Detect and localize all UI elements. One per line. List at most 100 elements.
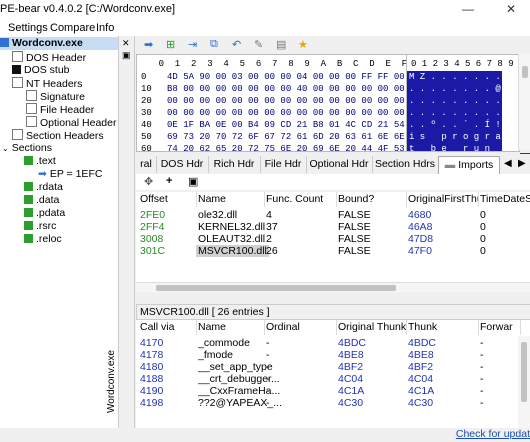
menu-info[interactable]: Info bbox=[96, 22, 114, 34]
tab-section-hdrs[interactable]: Section Hdrs bbox=[372, 156, 439, 173]
imports-table: Offset Name Func. Count Bound? OriginalF… bbox=[136, 192, 530, 292]
arrow-right-icon: ➡ bbox=[38, 168, 47, 180]
scroll-thumb[interactable] bbox=[522, 66, 528, 78]
ascii-view[interactable]: 0 1 2 3 4 5 6 7 8 9 A B C D M Z . . . . … bbox=[406, 54, 520, 152]
side-toolbar: ✕ ▣ Wordconv.exe bbox=[106, 36, 135, 428]
tab-dos-hdr[interactable]: DOS Hdr bbox=[156, 156, 209, 173]
hex-toolbar: ➡ ⊞ ⇥ ⧉ ↶ ✎ ▤ ★ bbox=[136, 36, 530, 54]
pe-tree: Wordconv.exe DOS Header DOS stub NT Head… bbox=[0, 36, 119, 428]
tab-general[interactable]: ral bbox=[136, 156, 157, 173]
save-icon[interactable]: ▤ bbox=[276, 38, 286, 51]
red-marker bbox=[520, 153, 530, 154]
add-import-icon[interactable]: + bbox=[166, 175, 172, 187]
col-name[interactable]: Name bbox=[196, 192, 265, 207]
go-forward-icon[interactable]: ➡ bbox=[144, 38, 153, 51]
ascii-row: M Z . . . . . . . . . . ÿ ÿ bbox=[409, 72, 519, 82]
tab-imports[interactable]: ▬ Imports bbox=[438, 156, 500, 174]
col-thunk[interactable]: Thunk bbox=[406, 320, 479, 335]
edit-icon[interactable]: ✎ bbox=[254, 38, 263, 51]
tab-optional-hdr[interactable]: Optional Hdr bbox=[306, 156, 373, 173]
section-icon bbox=[24, 234, 33, 243]
section-icon bbox=[24, 182, 33, 191]
col-call-via[interactable]: Call via bbox=[136, 320, 197, 335]
collapse-arrow-icon[interactable]: ⌄ bbox=[2, 144, 9, 153]
ascii-row: t b e r u n i n D bbox=[409, 144, 519, 152]
page-icon bbox=[26, 90, 37, 101]
page-icon bbox=[26, 103, 37, 114]
tab-scroll-left-icon[interactable]: ◀ bbox=[504, 158, 512, 169]
col-forwarder[interactable]: Forwar bbox=[478, 320, 521, 335]
ascii-row: . . . . . . . . . . . . . . bbox=[409, 108, 519, 118]
col-original-first-thunk[interactable]: OriginalFirstThun bbox=[406, 192, 479, 207]
col-bound[interactable]: Bound? bbox=[336, 192, 407, 207]
functions-table: Call via Name Ordinal Original Thunk Thu… bbox=[136, 320, 530, 428]
page-icon bbox=[12, 129, 23, 140]
pin-icon[interactable]: ▣ bbox=[122, 50, 131, 61]
title-bar: PE-bear v0.4.0.2 [C:/Wordconv.exe] — ✕ bbox=[0, 0, 530, 20]
tree-item-section-headers[interactable]: Section Headers bbox=[12, 129, 104, 142]
imports-toolbar: ✥ + ▣ bbox=[136, 174, 530, 190]
col-timedate[interactable]: TimeDateS bbox=[478, 192, 530, 207]
tree-item-text[interactable]: .text bbox=[24, 155, 56, 168]
tree-root[interactable]: Wordconv.exe bbox=[0, 37, 118, 50]
hex-row: 40 0E 1F BA 0E 00 B4 09 CD 21 B8 01 4C CD… bbox=[141, 120, 408, 130]
star-icon[interactable]: ★ bbox=[298, 38, 308, 51]
tab-scroll-right-icon[interactable]: ▶ bbox=[518, 158, 526, 169]
tree-item-rdata[interactable]: .rdata bbox=[24, 181, 63, 194]
status-bar: Check for updat bbox=[0, 428, 530, 442]
file-icon bbox=[0, 38, 9, 47]
tree-item-reloc[interactable]: .reloc bbox=[24, 233, 62, 246]
col-ordinal[interactable]: Ordinal bbox=[264, 320, 337, 335]
undo-icon[interactable]: ↶ bbox=[232, 38, 241, 51]
tree-item-ep[interactable]: ➡ EP = 1EFC bbox=[38, 168, 102, 181]
tree-item-signature[interactable]: Signature bbox=[26, 90, 85, 103]
menu-bar: Settings Compare Info bbox=[0, 20, 530, 36]
tree-item-data[interactable]: .data bbox=[24, 194, 59, 207]
page-icon bbox=[12, 77, 23, 88]
move-icon[interactable]: ✥ bbox=[144, 175, 153, 188]
copy-icon[interactable]: ⧉ bbox=[210, 38, 218, 51]
import-icon[interactable]: ⇥ bbox=[188, 38, 197, 51]
hex-row: 60 74 20 62 65 20 72 75 6E 20 69 6E 20 44… bbox=[141, 144, 408, 152]
section-icon bbox=[24, 221, 33, 230]
hex-view[interactable]: 0 1 2 3 4 5 6 7 8 9 A B C D E F 0 4D 5A 9… bbox=[136, 54, 408, 152]
header-tabs: ral DOS Hdr Rich Hdr File Hdr Optional H… bbox=[136, 156, 530, 175]
tree-item-dos-stub[interactable]: DOS stub bbox=[12, 64, 70, 77]
page-icon bbox=[12, 51, 23, 62]
col-func-count[interactable]: Func. Count bbox=[264, 192, 337, 207]
add-icon[interactable]: ⊞ bbox=[166, 38, 175, 51]
col-fn-name[interactable]: Name bbox=[196, 320, 265, 335]
scroll-thumb[interactable] bbox=[156, 285, 396, 291]
save-import-icon[interactable]: ▣ bbox=[188, 175, 198, 188]
scroll-thumb[interactable] bbox=[521, 342, 527, 402]
tab-file-hdr[interactable]: File Hdr bbox=[260, 156, 307, 173]
ascii-row: . . . . . . . . . . . . . . bbox=[409, 96, 519, 106]
hex-scrollbar[interactable] bbox=[518, 54, 530, 150]
window-title: PE-bear v0.4.0.2 [C:/Wordconv.exe] bbox=[0, 3, 176, 15]
close-button[interactable]: ✕ bbox=[506, 2, 516, 16]
close-tab-icon[interactable]: ✕ bbox=[122, 38, 130, 49]
imports-hscrollbar[interactable] bbox=[136, 282, 530, 292]
tree-item-file-header[interactable]: File Header bbox=[26, 103, 94, 116]
tab-rich-hdr[interactable]: Rich Hdr bbox=[208, 156, 261, 173]
ascii-row: i s p r o g r a m c a bbox=[409, 132, 512, 142]
minimize-button[interactable]: — bbox=[462, 2, 474, 16]
ascii-row: . . . . . . . . @ . . . . . bbox=[409, 84, 519, 94]
tree-item-pdata[interactable]: .pdata bbox=[24, 207, 65, 220]
menu-compare[interactable]: Compare bbox=[50, 22, 95, 34]
functions-vscrollbar[interactable] bbox=[518, 336, 530, 428]
tree-item-rsrc[interactable]: .rsrc bbox=[24, 220, 56, 233]
col-original-thunk[interactable]: Original Thunk bbox=[336, 320, 407, 335]
page-icon bbox=[26, 116, 37, 127]
tree-item-optional-header[interactable]: Optional Header bbox=[26, 116, 116, 129]
tree-item-sections[interactable]: ⌄ Sections bbox=[2, 142, 52, 155]
section-icon bbox=[24, 156, 33, 165]
side-file-label: Wordconv.exe bbox=[106, 350, 117, 413]
tree-item-dos-header[interactable]: DOS Header bbox=[12, 51, 86, 64]
tree-item-nt-headers[interactable]: NT Headers bbox=[12, 77, 82, 90]
menu-settings[interactable]: Settings bbox=[8, 22, 48, 34]
stub-icon bbox=[12, 65, 21, 74]
col-offset[interactable]: Offset bbox=[136, 192, 197, 207]
check-update-link[interactable]: Check for updat bbox=[456, 428, 530, 440]
hex-header: 0 1 2 3 4 5 6 7 8 9 A B C D E F bbox=[137, 59, 408, 69]
